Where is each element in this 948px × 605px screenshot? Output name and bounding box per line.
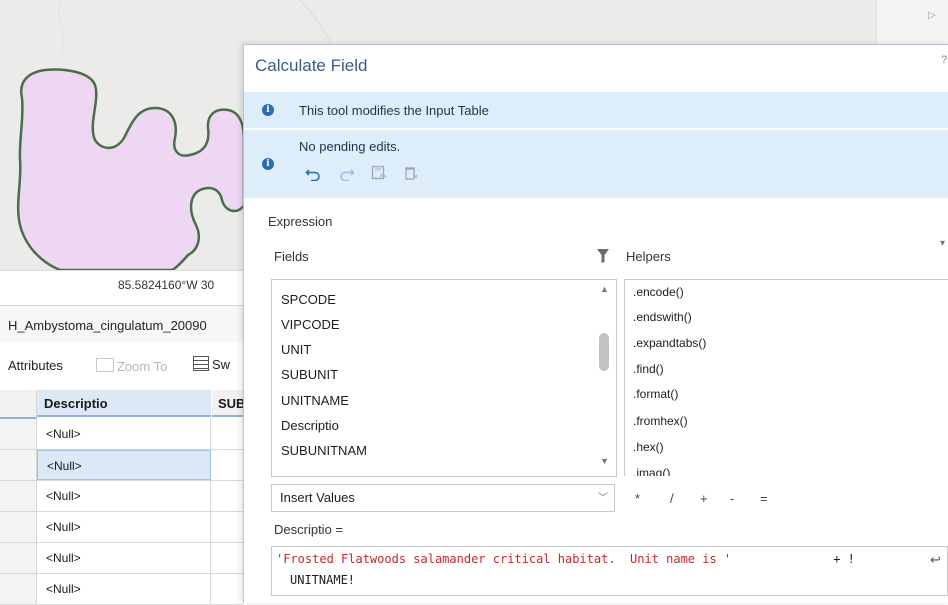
row-selector[interactable] <box>0 512 37 542</box>
fields-label: Fields <box>274 249 309 264</box>
subunit-cell[interactable] <box>212 543 243 573</box>
insert-values-label: Insert Values <box>280 490 355 505</box>
field-item[interactable]: SUBUNITNAM <box>281 443 367 458</box>
zoom-to-button[interactable]: Zoom To <box>96 358 167 374</box>
info-icon: i <box>262 104 274 116</box>
multiply-operator-button[interactable]: * <box>635 491 640 506</box>
fields-list[interactable]: SPCODE VIPCODE UNIT SUBUNIT UNITNAME Des… <box>271 279 617 477</box>
column-header-descriptio[interactable]: Descriptio <box>37 390 211 417</box>
field-item[interactable]: SPCODE <box>281 292 336 307</box>
field-item[interactable]: UNIT <box>281 342 311 357</box>
descriptio-cell[interactable]: <Null> <box>37 450 211 480</box>
helper-item[interactable]: .endswith() <box>633 310 692 324</box>
zoom-to-icon <box>96 358 114 372</box>
expand-arrow-icon[interactable]: ▷ <box>928 10 936 21</box>
add-operator-button[interactable]: + <box>700 491 708 506</box>
row-selector[interactable] <box>0 450 37 480</box>
pane-menu-icon[interactable]: ? <box>941 54 947 66</box>
info-icon: i <box>262 158 274 170</box>
column-header-subunit[interactable]: SUB <box>212 390 243 417</box>
row-selector[interactable] <box>0 481 37 511</box>
expression-label: Expression <box>268 214 333 229</box>
expression-operator: + ! <box>826 552 855 566</box>
descriptio-cell[interactable]: <Null> <box>37 543 211 573</box>
table-row[interactable]: <Null> <box>0 481 243 512</box>
descriptio-cell[interactable]: <Null> <box>37 574 211 604</box>
row-selector[interactable] <box>0 574 37 604</box>
table-row[interactable]: <Null> <box>0 512 243 543</box>
descriptio-cell[interactable]: <Null> <box>37 481 211 511</box>
helper-item[interactable]: .fromhex() <box>633 414 688 428</box>
subunit-cell[interactable] <box>212 481 243 511</box>
redo-icon[interactable] <box>339 165 355 181</box>
word-wrap-icon[interactable]: ↩ <box>930 552 941 568</box>
fields-scrollbar[interactable] <box>596 280 614 474</box>
row-selector[interactable] <box>0 543 37 573</box>
field-item[interactable]: VIPCODE <box>281 317 340 332</box>
target-field-label: Descriptio = <box>274 522 343 537</box>
row-number-header <box>0 390 37 419</box>
pane-title: Calculate Field <box>255 56 368 75</box>
switch-selection-button[interactable]: Sw <box>193 356 230 372</box>
field-item[interactable]: SUBUNIT <box>281 367 338 382</box>
helpers-list[interactable]: .encode() .endswith() .expandtabs() .fin… <box>624 279 948 476</box>
helper-item[interactable]: .format() <box>633 387 678 401</box>
row-selector[interactable] <box>0 419 37 449</box>
expression-string: 'Frosted Flatwoods salamander critical h… <box>276 552 732 566</box>
discard-edits-icon[interactable] <box>403 165 419 181</box>
edits-banner-text: No pending edits. <box>299 139 401 154</box>
scroll-up-icon[interactable]: ▲ <box>600 284 609 294</box>
undo-icon[interactable] <box>305 165 321 181</box>
subunit-cell[interactable] <box>212 512 243 542</box>
scroll-down-icon[interactable]: ▼ <box>600 456 609 466</box>
field-item[interactable]: Descriptio <box>281 418 339 433</box>
descriptio-cell[interactable]: <Null> <box>37 419 211 449</box>
filter-icon[interactable] <box>596 248 610 264</box>
expression-field-token: UNITNAME! <box>290 573 356 587</box>
field-item[interactable]: UNITNAME <box>281 393 349 408</box>
helpers-dropdown-icon[interactable]: ▾ <box>940 238 945 249</box>
divide-operator-button[interactable]: / <box>670 491 674 506</box>
save-edits-icon[interactable] <box>371 165 387 181</box>
helper-item[interactable]: .find() <box>633 362 664 376</box>
descriptio-cell[interactable]: <Null> <box>37 512 211 542</box>
table-tab-title[interactable]: H_Ambystoma_cingulatum_20090 <box>8 318 207 333</box>
critical-habitat-polygon[interactable] <box>16 68 246 270</box>
chevron-down-icon[interactable]: ﹀ <box>598 489 608 504</box>
helper-item[interactable]: .encode() <box>633 285 684 299</box>
scrollbar-thumb[interactable] <box>599 333 609 371</box>
helper-item[interactable]: .hex() <box>633 440 664 454</box>
subunit-cell[interactable] <box>212 419 243 449</box>
info-banner-text: This tool modifies the Input Table <box>299 103 489 118</box>
zoom-to-label: Zoom To <box>117 359 168 374</box>
switch-selection-icon <box>193 356 209 371</box>
table-row[interactable]: <Null> <box>0 574 243 605</box>
subunit-cell[interactable] <box>212 450 243 480</box>
table-row[interactable]: <Null> <box>0 543 243 574</box>
table-row[interactable]: <Null> <box>0 419 243 450</box>
attributes-button[interactable]: Attributes <box>8 358 63 373</box>
equals-operator-button[interactable]: = <box>760 491 768 506</box>
switch-selection-label: Sw <box>212 357 231 372</box>
subunit-cell[interactable] <box>212 574 243 604</box>
table-row-selected[interactable]: <Null> <box>0 450 243 481</box>
subtract-operator-button[interactable]: - <box>730 491 734 506</box>
helpers-label: Helpers <box>626 249 671 264</box>
helper-item[interactable]: .expandtabs() <box>633 336 706 350</box>
helper-item[interactable]: .imag() <box>633 466 670 476</box>
coordinate-readout: 85.5824160°W 30 <box>118 278 215 292</box>
